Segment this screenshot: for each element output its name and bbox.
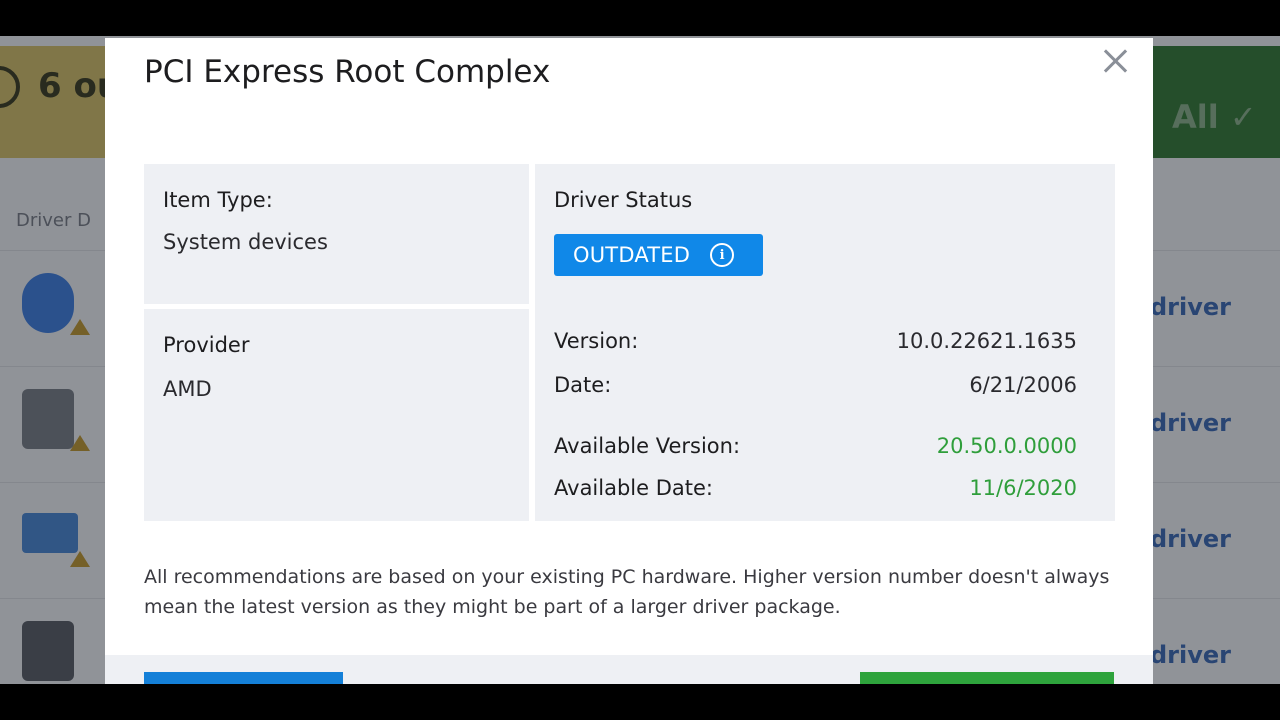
available-version-label: Available Version: — [554, 434, 741, 458]
date-value: 6/21/2006 — [969, 373, 1077, 397]
available-version-value: 20.50.0.0000 — [936, 434, 1077, 458]
provider-label: Provider — [163, 333, 250, 357]
footer-update-button[interactable] — [860, 672, 1114, 684]
item-type-panel: Item Type: System devices — [144, 164, 529, 304]
screen: 6 ou All ✓ Driver D driver driver driver… — [0, 0, 1280, 720]
version-label: Version: — [554, 329, 639, 353]
provider-panel: Provider AMD — [144, 309, 529, 521]
provider-value: AMD — [163, 377, 212, 401]
footer-secondary-button[interactable] — [144, 672, 343, 684]
available-date-value: 11/6/2020 — [969, 476, 1077, 500]
recommendation-note: All recommendations are based on your ex… — [144, 566, 1110, 618]
driver-status-panel: Driver Status OUTDATED i Version: 10.0.2… — [535, 164, 1115, 521]
item-type-value: System devices — [163, 230, 328, 254]
available-date-label: Available Date: — [554, 476, 713, 500]
close-icon[interactable] — [1097, 44, 1133, 80]
driver-status-label: Driver Status — [554, 188, 693, 212]
status-badge-text: OUTDATED — [573, 243, 691, 267]
date-label: Date: — [554, 373, 612, 397]
info-icon[interactable]: i — [710, 243, 735, 267]
driver-details-dialog: PCI Express Root Complex Item Type: Syst… — [105, 38, 1153, 684]
dialog-footer — [105, 655, 1153, 684]
dialog-title: PCI Express Root Complex — [144, 54, 551, 90]
item-type-label: Item Type: — [163, 188, 273, 212]
outdated-status-badge[interactable]: OUTDATED i — [554, 234, 763, 276]
version-value: 10.0.22621.1635 — [896, 329, 1077, 353]
